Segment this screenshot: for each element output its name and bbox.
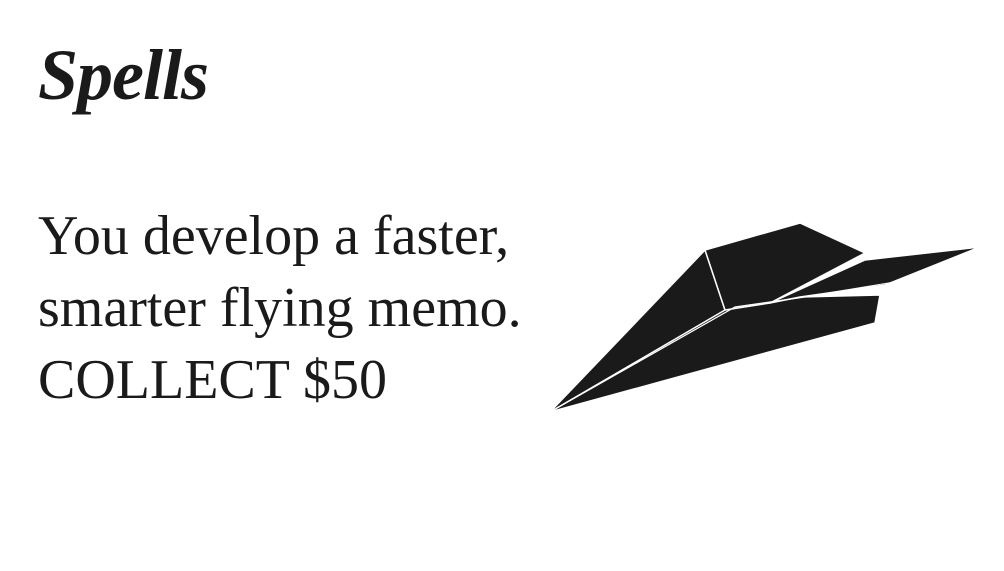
card-body-line-3: COLLECT $50 bbox=[38, 349, 387, 411]
card-body-line-2: smarter flying memo. bbox=[38, 277, 522, 339]
card-body-line-1: You develop a faster, bbox=[38, 205, 510, 267]
card-body: You develop a faster, smarter flying mem… bbox=[38, 200, 598, 416]
chance-card: Spells You develop a faster, smarter fly… bbox=[0, 0, 1004, 571]
card-title: Spells bbox=[38, 35, 209, 115]
paper-airplane-icon bbox=[549, 222, 981, 413]
